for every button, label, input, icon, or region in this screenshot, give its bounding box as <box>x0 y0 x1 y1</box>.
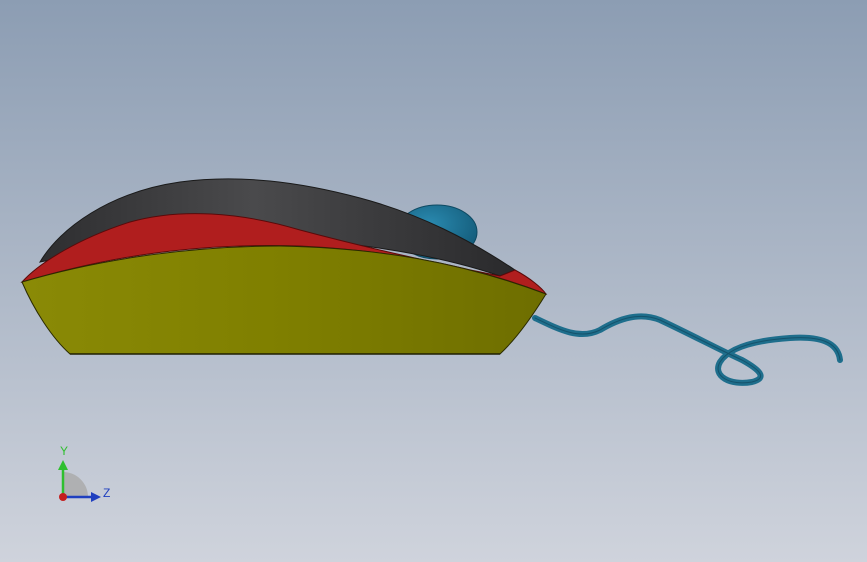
y-axis-label: Y <box>60 444 68 458</box>
graphics-viewport[interactable]: Y Z <box>0 0 867 562</box>
x-axis-point <box>59 493 67 501</box>
model-scene[interactable]: Y Z <box>0 0 867 562</box>
z-axis-label: Z <box>103 486 110 500</box>
